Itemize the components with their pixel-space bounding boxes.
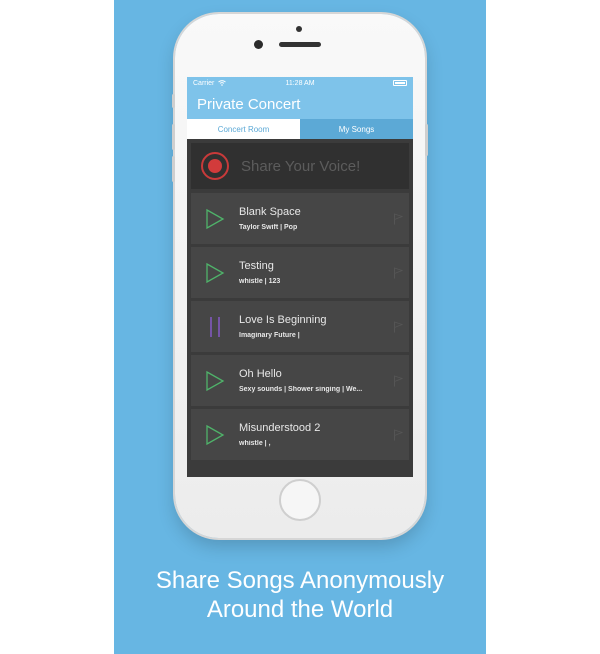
promo-caption: Share Songs Anonymously Around the World [114, 566, 486, 624]
nav-bar: Private Concert [187, 89, 413, 119]
play-icon [206, 370, 225, 391]
app-screen: Carrier 11:28 AM Private Concert Concert… [187, 77, 413, 477]
tab-concert-room[interactable]: Concert Room [187, 119, 300, 139]
play-button[interactable] [191, 193, 239, 244]
power-button [425, 124, 428, 156]
play-icon [206, 424, 225, 445]
home-button[interactable] [279, 479, 321, 521]
proximity-sensor [296, 26, 302, 32]
play-icon [206, 262, 225, 283]
tab-my-songs[interactable]: My Songs [300, 119, 413, 139]
volume-up-button [172, 124, 175, 150]
play-button[interactable] [191, 247, 239, 298]
song-row-testing[interactable]: Testing whistle | 123 [191, 247, 409, 298]
page-title: Private Concert [197, 95, 301, 113]
tab-my-songs-label: My Songs [338, 124, 375, 134]
song-row-misunderstood-2[interactable]: Misunderstood 2 whistle | , [191, 409, 409, 460]
report-button[interactable] [387, 428, 409, 441]
mute-switch [172, 94, 175, 108]
caption-line-1: Share Songs Anonymously [155, 567, 445, 594]
iphone-frame: Carrier 11:28 AM Private Concert Concert… [172, 14, 428, 538]
caption-line-2: Around the World [206, 596, 394, 623]
segmented-control: Concert Room My Songs [187, 119, 413, 139]
pause-button[interactable] [191, 301, 239, 352]
flag-icon [394, 320, 403, 332]
song-meta: Taylor Swift | Pop [239, 224, 298, 231]
song-row-blank-space[interactable]: Blank Space Taylor Swift | Pop [191, 193, 409, 244]
song-list: Share Your Voice! Blank Space Taylor Swi… [187, 139, 413, 460]
song-row-love-is-beginning[interactable]: Love Is Beginning Imaginary Future | [191, 301, 409, 352]
tab-concert-room-label: Concert Room [217, 124, 270, 134]
status-time: 11:28 AM [285, 79, 315, 87]
play-button[interactable] [191, 409, 239, 460]
play-icon [206, 208, 225, 229]
song-meta: Imaginary Future | [239, 332, 300, 339]
battery-icon [393, 80, 407, 86]
report-button[interactable] [387, 374, 409, 387]
song-title: Testing [239, 260, 274, 272]
flag-icon [394, 428, 403, 440]
song-meta: Sexy sounds | Shower singing | We... [239, 386, 363, 393]
report-button[interactable] [387, 212, 409, 225]
volume-down-button [172, 156, 175, 182]
flag-icon [394, 266, 403, 278]
record-icon [201, 152, 229, 180]
song-meta: whistle | , [239, 440, 271, 447]
flag-icon [394, 374, 403, 386]
song-row-oh-hello[interactable]: Oh Hello Sexy sounds | Shower singing | … [191, 355, 409, 406]
song-meta: whistle | 123 [239, 278, 281, 285]
status-bar: Carrier 11:28 AM [187, 77, 413, 89]
record-button[interactable]: Share Your Voice! [191, 143, 409, 189]
report-button[interactable] [387, 266, 409, 279]
pause-icon [210, 316, 220, 337]
flag-icon [394, 212, 403, 224]
report-button[interactable] [387, 320, 409, 333]
song-title: Misunderstood 2 [239, 422, 321, 434]
record-label: Share Your Voice! [241, 157, 361, 175]
song-title: Love Is Beginning [239, 314, 327, 326]
play-button[interactable] [191, 355, 239, 406]
front-camera [254, 40, 263, 49]
song-title: Oh Hello [239, 368, 282, 380]
song-title: Blank Space [239, 206, 301, 218]
earpiece-speaker [279, 42, 321, 47]
